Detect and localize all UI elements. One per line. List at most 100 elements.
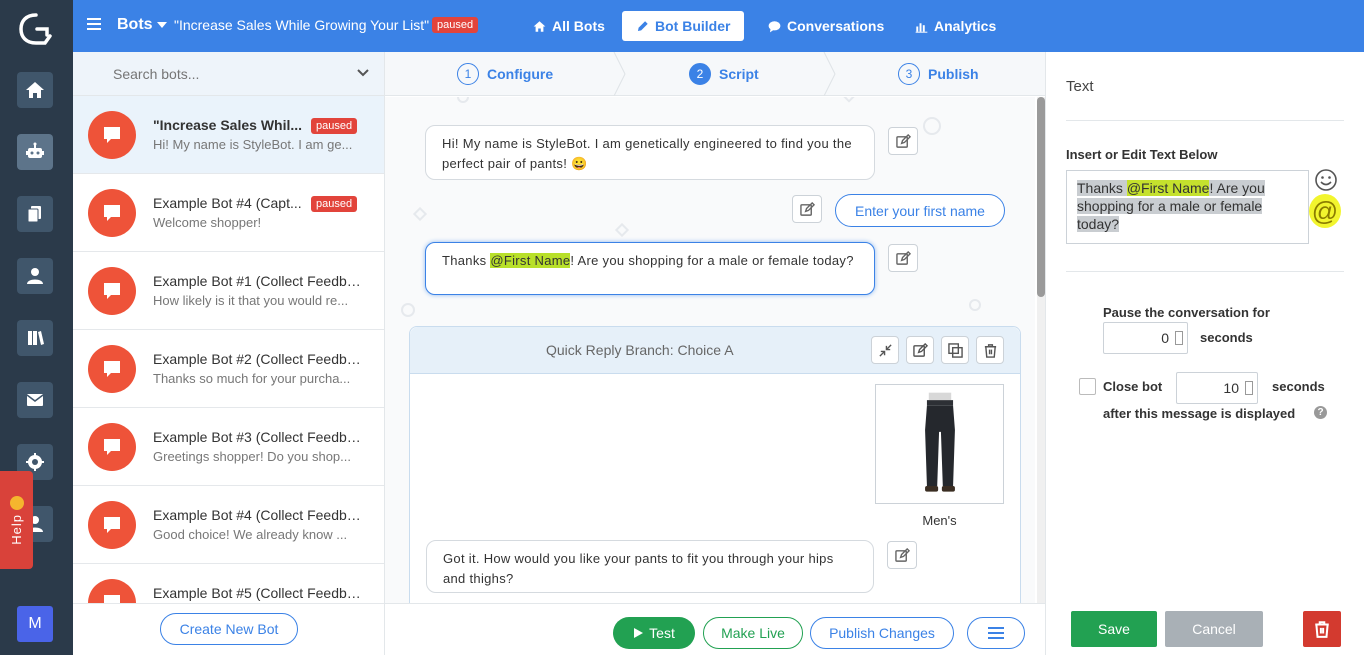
divider [1066, 271, 1344, 272]
decor-circle [457, 97, 469, 103]
bot-list-footer: Create New Bot [73, 603, 384, 655]
panel-title: Text [1066, 78, 1094, 95]
current-bot-name: "Increase Sales While Growing Your List" [174, 17, 430, 33]
edit-message-button[interactable] [887, 541, 917, 569]
bot-item-preview: Good choice! We already know ... [153, 527, 348, 542]
divider [1066, 120, 1344, 121]
step-script[interactable]: 2 Script [689, 63, 759, 85]
decor-circle [923, 117, 941, 135]
test-button[interactable]: Test [613, 617, 695, 649]
edit-icon [894, 547, 910, 562]
edit-branch-button[interactable] [906, 336, 934, 364]
decor-circle [969, 299, 981, 311]
menu-icon[interactable] [87, 18, 101, 32]
spinner-icon[interactable] [1245, 381, 1253, 395]
edit-message-button[interactable] [888, 127, 918, 155]
edit-message-button[interactable] [888, 244, 918, 272]
close-bot-checkbox[interactable] [1079, 378, 1096, 395]
make-live-button[interactable]: Make Live [703, 617, 803, 649]
bot-list-item[interactable]: Example Bot #4 (Collect Feedba... Good c… [73, 486, 384, 564]
product-label: Men's [922, 513, 957, 528]
save-button[interactable]: Save [1071, 611, 1157, 647]
canvas-scrollbar[interactable] [1037, 97, 1045, 603]
bot-item-preview: Thanks so much for your purcha... [153, 371, 351, 386]
close-bot-label: Close bot [1103, 379, 1163, 394]
step-publish[interactable]: 3 Publish [898, 63, 979, 85]
bot-list-item[interactable]: Example Bot #2 (Collect Feedba... Thanks… [73, 330, 384, 408]
bot-item-preview: How likely is it that you would re... [153, 293, 349, 308]
insert-variable-button[interactable]: @ [1309, 194, 1341, 228]
play-icon [634, 628, 644, 638]
mens-pants-image [924, 392, 955, 492]
chat-bubble-icon [88, 189, 136, 237]
user-avatar[interactable]: M [17, 606, 53, 642]
nav-analytics[interactable]: Analytics [901, 11, 1010, 41]
collapse-branch-button[interactable] [871, 336, 899, 364]
spinner-icon[interactable] [1175, 331, 1183, 345]
bot-item-name: Example Bot #3 (Collect Feedba... [153, 429, 365, 445]
pause-unit: seconds [1200, 330, 1253, 345]
step-progress: 1 Configure 2 Script 3 Publish [385, 52, 1045, 96]
bot-message-bubble[interactable]: Hi! My name is StyleBot. I am geneticall… [425, 125, 875, 180]
caret-down-icon[interactable] [157, 22, 167, 28]
help-tab[interactable]: Help [0, 471, 33, 569]
more-menu-button[interactable] [967, 617, 1025, 649]
close-after-label: after this message is displayed [1103, 406, 1296, 421]
edit-icon [799, 201, 815, 216]
script-canvas: Hi! My name is StyleBot. I am geneticall… [385, 97, 1035, 603]
create-new-bot-button[interactable]: Create New Bot [160, 613, 298, 645]
mail-nav-icon[interactable] [17, 382, 53, 418]
bot-list-panel: "Increase Sales Whil... Hi! My name is S… [73, 52, 385, 655]
icon-rail: Help M [0, 0, 73, 655]
app-logo-icon[interactable] [17, 12, 55, 46]
contacts-nav-icon[interactable] [17, 258, 53, 294]
top-bar-right [1045, 0, 1364, 52]
edit-icon [895, 250, 911, 265]
collapse-icon [878, 343, 892, 357]
nav-bot-builder[interactable]: Bot Builder [622, 11, 745, 41]
emoji-picker-icon[interactable] [1314, 168, 1338, 192]
bot-item-name: "Increase Sales Whil... [153, 117, 303, 133]
library-nav-icon[interactable] [17, 320, 53, 356]
robot-nav-icon[interactable] [17, 134, 53, 170]
trash-icon [1315, 621, 1329, 638]
edit-icon [912, 342, 928, 357]
edit-quick-reply-button[interactable] [792, 195, 822, 223]
search-input[interactable] [83, 59, 353, 89]
section-title[interactable]: Bots [117, 16, 153, 34]
home-nav-icon[interactable] [17, 72, 53, 108]
bot-list-item[interactable]: "Increase Sales Whil... Hi! My name is S… [73, 96, 384, 174]
nav-conversations[interactable]: Conversations [754, 11, 898, 41]
trash-icon [984, 343, 996, 358]
documents-nav-icon[interactable] [17, 196, 53, 232]
bot-message-bubble[interactable]: Got it. How would you like your pants to… [426, 540, 874, 593]
bot-item-name: Example Bot #4 (Capt... [153, 195, 302, 211]
nav-all-bots[interactable]: All Bots [519, 11, 619, 41]
cancel-button[interactable]: Cancel [1165, 611, 1263, 647]
status-badge: paused [311, 118, 358, 134]
bot-list-item[interactable]: Example Bot #3 (Collect Feedba... Greeti… [73, 408, 384, 486]
bot-list-item[interactable]: Example Bot #4 (Capt... Welcome shopper!… [73, 174, 384, 252]
bot-list-item[interactable]: Example Bot #1 (Collect Feedba... How li… [73, 252, 384, 330]
pencil-icon [637, 20, 648, 31]
copy-branch-button[interactable] [941, 336, 969, 364]
help-label: Help [9, 513, 24, 545]
step-configure[interactable]: 1 Configure [457, 63, 553, 85]
product-image[interactable] [875, 384, 1004, 504]
publish-changes-button[interactable]: Publish Changes [810, 617, 954, 649]
pause-seconds-stepper[interactable]: 0 [1103, 322, 1188, 354]
delete-message-button[interactable] [1303, 611, 1341, 647]
quick-reply-button[interactable]: Enter your first name [835, 194, 1005, 227]
close-seconds-stepper[interactable]: 10 [1176, 372, 1258, 404]
chevron-down-icon[interactable] [357, 67, 369, 79]
message-text-editor[interactable]: Thanks @First Name! Are you shopping for… [1066, 170, 1309, 244]
delete-branch-button[interactable] [976, 336, 1004, 364]
step-separator-icon [823, 52, 836, 96]
bot-item-name: Example Bot #1 (Collect Feedba... [153, 273, 365, 289]
status-badge: paused [432, 17, 479, 33]
selected-message-bubble[interactable]: Thanks @First Name! Are you shopping for… [425, 242, 875, 295]
chat-bubble-icon [88, 267, 136, 315]
bot-item-name: Example Bot #2 (Collect Feedba... [153, 351, 365, 367]
help-question-icon[interactable]: ? [1314, 406, 1327, 419]
bot-item-preview: Greetings shopper! Do you shop... [153, 449, 352, 464]
